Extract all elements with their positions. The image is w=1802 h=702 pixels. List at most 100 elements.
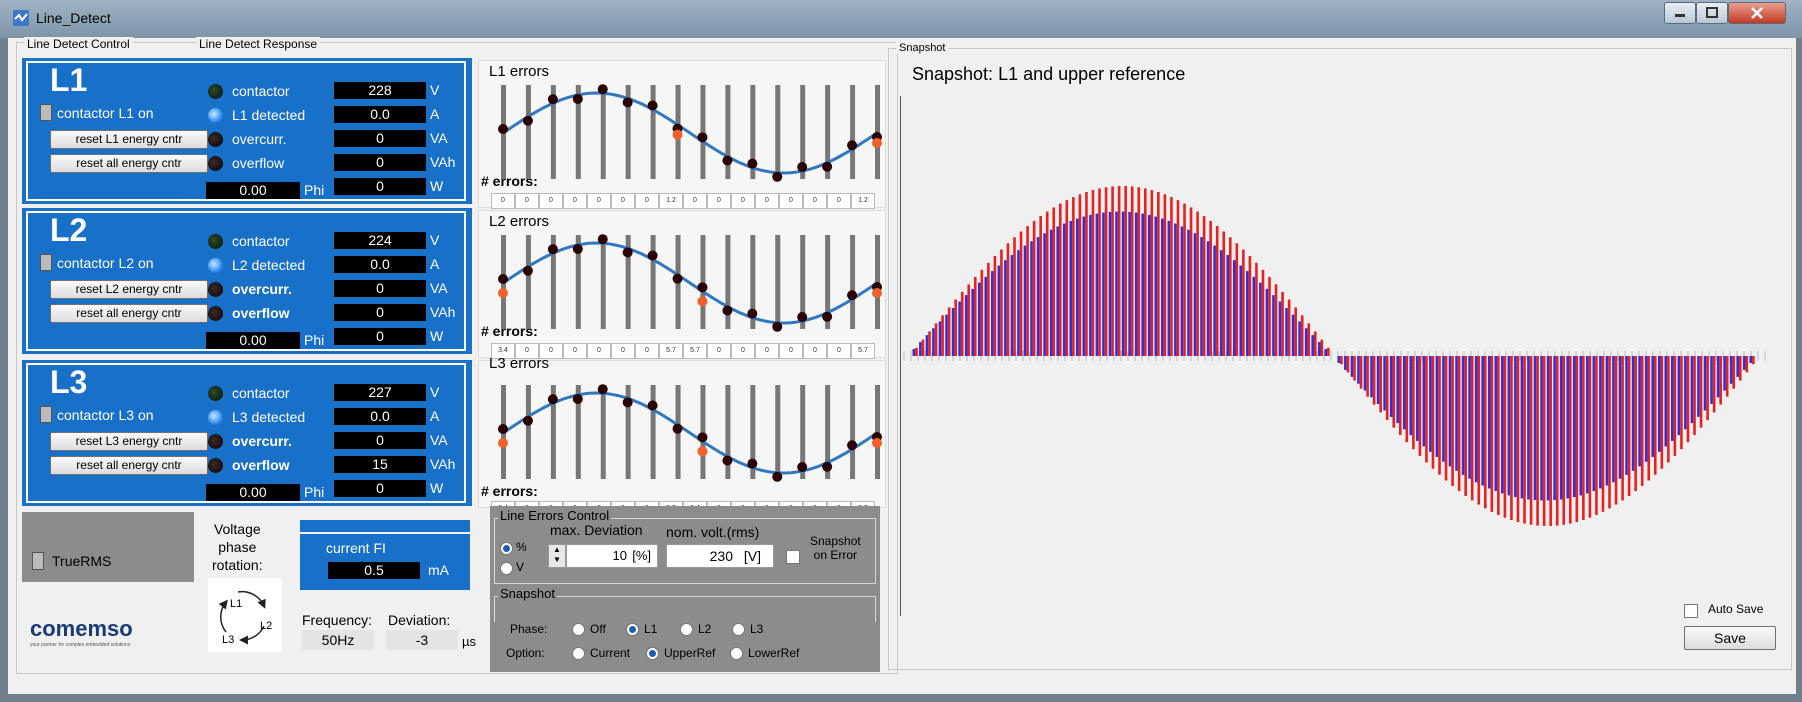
unit-label: VA [430, 130, 448, 146]
reset-energy-button[interactable]: reset L3 energy cntr [50, 432, 208, 451]
snapshot-bar [1451, 356, 1454, 486]
nom-volt-field[interactable]: 230 [V] [666, 544, 774, 568]
snapshot-bar [1392, 356, 1396, 428]
unit-label: A [430, 256, 440, 272]
phase-l2-radio[interactable] [680, 623, 693, 636]
snapshot-bar [1582, 356, 1585, 521]
contactor-toggle[interactable]: contactor L2 on [40, 254, 154, 271]
client-area: Line Detect Control Line Detect Response… [8, 37, 1796, 694]
snapshot-bar [1340, 356, 1343, 365]
sample-dot [498, 274, 508, 284]
snapshot-bar [1193, 233, 1197, 356]
snapshot-bar [1595, 356, 1598, 515]
snapshot-bar [1677, 356, 1681, 436]
volt-radio[interactable] [500, 562, 513, 575]
snapshot-bar [1104, 187, 1108, 356]
snapshot-bar [1363, 356, 1367, 391]
snapshot-bar [1516, 356, 1520, 522]
snapshot-bar [932, 328, 935, 356]
led-label: contactor [232, 233, 290, 249]
snapshot-bar [1608, 356, 1611, 509]
phase-l1-radio[interactable] [626, 623, 639, 636]
snapshot-bar [1049, 229, 1053, 356]
max-deviation-value: 10 [612, 548, 627, 563]
snapshot-bar [915, 347, 918, 356]
close-button[interactable] [1728, 2, 1786, 24]
truerms-toggle[interactable]: TrueRMS [32, 552, 111, 570]
minimize-button[interactable] [1664, 2, 1696, 24]
snapshot-bar [1327, 347, 1330, 356]
snapshot-bar [1176, 200, 1180, 356]
phase-off-radio[interactable] [572, 623, 585, 636]
comemso-logo: comemso [30, 616, 133, 641]
led-label: L1 detected [232, 107, 306, 123]
sample-dot [772, 471, 783, 482]
error-dot [498, 288, 508, 298]
rotation-l1: L1 [230, 598, 243, 610]
error-count: 0 [707, 193, 731, 209]
unit-label: V [430, 384, 440, 400]
snapshot-bar [1294, 307, 1297, 356]
reset-energy-button[interactable]: reset L2 energy cntr [50, 280, 208, 299]
line-panel-l3: L3 contactor L3 on reset L3 energy cntr … [22, 360, 472, 506]
sample-dot [622, 247, 633, 258]
maximize-button[interactable] [1696, 2, 1728, 24]
snapshot-bar [1030, 241, 1033, 356]
phase-label: Phase: [510, 622, 548, 636]
snapshot-bar [997, 265, 1001, 356]
snapshot-bar [1161, 218, 1164, 356]
unit-label: VA [430, 280, 448, 296]
snapshot-bar [1736, 356, 1739, 377]
snapshot-bar [1235, 243, 1239, 356]
rotation-line: rotation: [212, 557, 263, 573]
auto-save-checkbox[interactable] [1684, 604, 1698, 618]
snapshot-bar [1657, 356, 1661, 452]
reset-all-energy-button[interactable]: reset all energy cntr [50, 456, 208, 475]
errors-panel-l2: L2 errors # errors: 3.4 0 0 0 0 0 0 5.7 … [478, 210, 886, 359]
option-upperref-radio[interactable] [646, 647, 659, 660]
snapshot-bar [1246, 271, 1249, 356]
error-count: 0 [707, 343, 731, 359]
snapshot-bar [1549, 356, 1552, 526]
snapshot-bar [1095, 213, 1099, 356]
percent-radio[interactable] [500, 542, 513, 555]
contactor-toggle[interactable]: contactor L1 on [40, 104, 154, 121]
snapshot-bar [1357, 356, 1360, 384]
phase-l3-radio[interactable] [732, 623, 745, 636]
snapshot-bar [1163, 194, 1167, 356]
error-bar [875, 385, 880, 479]
snapshot-on-error-checkbox[interactable] [786, 550, 800, 564]
snapshot-bar [1542, 356, 1546, 526]
error-count: 0 [779, 343, 803, 359]
led-label: overflow [232, 155, 285, 171]
snapshot-bar [1058, 203, 1062, 356]
control-group-label: Line Detect Control [24, 37, 133, 51]
rotation-diagram: L1 L2 L3 [208, 578, 282, 652]
max-deviation-spinner[interactable]: ▲ ▼ [548, 544, 566, 568]
snapshot-bar [1712, 356, 1716, 413]
snapshot-bar [1738, 356, 1742, 381]
snapshot-bar [1300, 315, 1304, 356]
save-button[interactable]: Save [1684, 626, 1776, 650]
option-lowerref-radio[interactable] [730, 647, 743, 660]
sample-dot [622, 97, 633, 108]
snapshot-bar [1036, 237, 1040, 356]
option-current-radio[interactable] [572, 647, 585, 660]
reset-all-energy-button[interactable]: reset all energy cntr [50, 304, 208, 323]
contactor-toggle-label: contactor L3 on [57, 406, 154, 423]
sample-dot [672, 423, 683, 434]
sample-dot [647, 400, 658, 411]
max-deviation-field[interactable]: 10 [%] [566, 544, 658, 568]
error-count: 0 [539, 193, 563, 209]
sample-dot [847, 440, 858, 451]
reset-energy-button[interactable]: reset L1 energy cntr [50, 130, 208, 149]
unit-label: VAh [430, 154, 456, 170]
snapshot-bar [1219, 250, 1223, 356]
contactor-toggle[interactable]: contactor L3 on [40, 406, 154, 423]
snapshot-bar [1278, 301, 1282, 356]
overcurrent-led [208, 434, 223, 449]
snapshot-bar [1213, 245, 1216, 356]
reset-all-energy-button[interactable]: reset all energy cntr [50, 154, 208, 173]
snapshot-bar [1729, 356, 1733, 384]
sample-dot [647, 100, 658, 111]
